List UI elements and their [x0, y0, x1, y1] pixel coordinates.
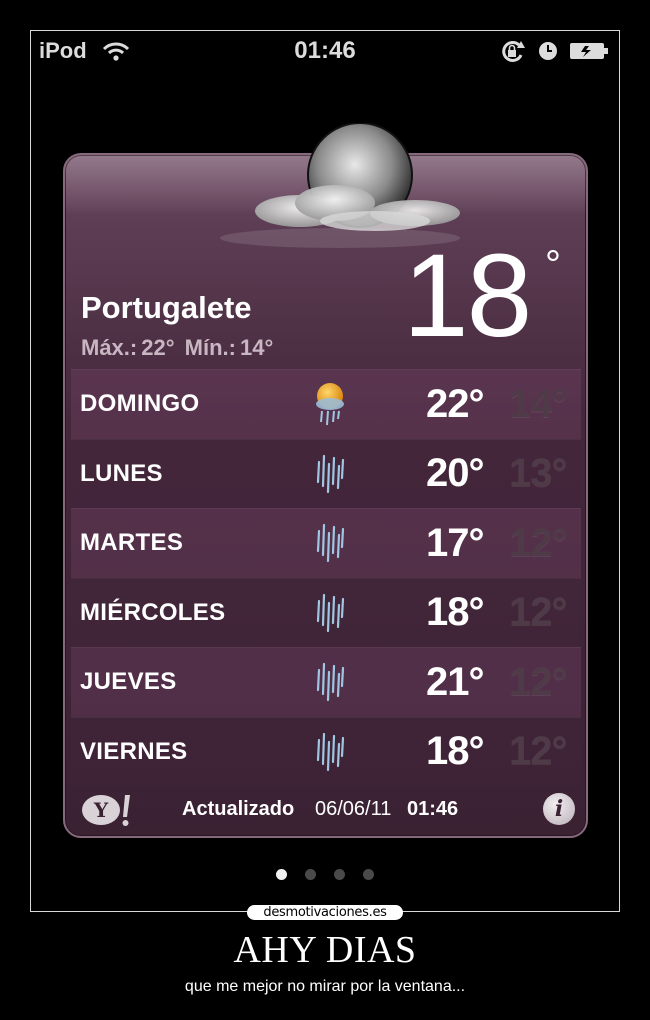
- updated-label: Actualizado: [182, 798, 295, 820]
- forecast-low: 12°: [509, 520, 567, 565]
- page-dot[interactable]: [334, 869, 345, 880]
- yahoo-icon[interactable]: Y: [81, 793, 135, 827]
- forecast-list: DOMINGO 22° 14° LUNES 20° 13° MARTES 17°…: [71, 369, 581, 786]
- page-dot[interactable]: [363, 869, 374, 880]
- forecast-day: MIÉRCOLES: [80, 598, 226, 626]
- svg-text:Y: Y: [93, 798, 109, 822]
- forecast-low: 14°: [509, 381, 567, 426]
- city-name: Portugalete: [81, 290, 252, 325]
- forecast-row: JUEVES 21° 12°: [71, 647, 581, 717]
- site-watermark: desmotivaciones.es: [247, 905, 403, 920]
- page-indicator[interactable]: [31, 869, 619, 880]
- forecast-low: 13°: [509, 451, 567, 496]
- forecast-high: 22°: [426, 381, 484, 426]
- forecast-high: 18°: [426, 729, 484, 774]
- forecast-high: 20°: [426, 451, 484, 496]
- page-dot-active[interactable]: [276, 869, 287, 880]
- current-temperature: 18: [403, 230, 532, 362]
- battery-icon: [570, 43, 608, 59]
- rain-icon: [316, 732, 345, 771]
- min-label: Mín.:: [184, 335, 236, 360]
- forecast-row: MIÉRCOLES 18° 12°: [71, 577, 581, 647]
- rain-icon: [316, 523, 345, 563]
- forecast-day: JUEVES: [80, 668, 177, 696]
- forecast-day: DOMINGO: [80, 390, 200, 418]
- forecast-row: LUNES 20° 13°: [71, 438, 581, 508]
- forecast-row: DOMINGO 22° 14°: [71, 369, 581, 439]
- rotation-lock-icon: [502, 40, 525, 62]
- weather-widget[interactable]: Portugalete Máx.: 22° Mín.: 14° 18 ° DOMIN…: [63, 123, 588, 838]
- forecast-row: VIERNES 18° 12°: [71, 716, 581, 786]
- forecast-high: 17°: [426, 520, 484, 565]
- forecast-day: LUNES: [80, 459, 163, 487]
- rain-icon: [316, 593, 345, 632]
- status-icons: [499, 39, 609, 63]
- info-button[interactable]: i: [543, 793, 575, 825]
- forecast-low: 12°: [509, 659, 567, 704]
- alarm-icon: [539, 42, 557, 60]
- forecast-high: 21°: [426, 659, 484, 704]
- phone-screen: iPod 01:46 Portugalete Máx.: 22° Mín.: 1…: [30, 30, 620, 912]
- rain-icon: [316, 454, 345, 493]
- status-bar: iPod 01:46: [31, 31, 619, 69]
- widget-footer: Y Actualizado 06/06/11 01:46 i: [65, 787, 586, 833]
- updated-date: 06/06/11: [315, 798, 392, 820]
- forecast-low: 12°: [509, 590, 567, 635]
- forecast-low: 12°: [509, 729, 567, 774]
- forecast-day: VIERNES: [80, 737, 188, 765]
- forecast-row: MARTES 17° 12°: [71, 508, 581, 578]
- forecast-high: 18°: [426, 590, 484, 635]
- sun-rain-icon: [316, 383, 344, 426]
- forecast-day: MARTES: [80, 529, 184, 557]
- page-dot[interactable]: [305, 869, 316, 880]
- updated-time: 01:46: [407, 798, 459, 820]
- rain-icon: [316, 662, 345, 702]
- caption-subtitle: que me mejor no mirar por la ventana...: [184, 978, 466, 995]
- max-label: Máx.:: [81, 335, 138, 360]
- today-high-low: Máx.: 22° Mín.: 14°: [81, 335, 277, 361]
- current-temperature-unit: °: [545, 243, 561, 287]
- caption-title: AHY DIAS: [233, 929, 417, 971]
- min-value: 14°: [239, 335, 274, 360]
- max-value: 22°: [141, 335, 175, 360]
